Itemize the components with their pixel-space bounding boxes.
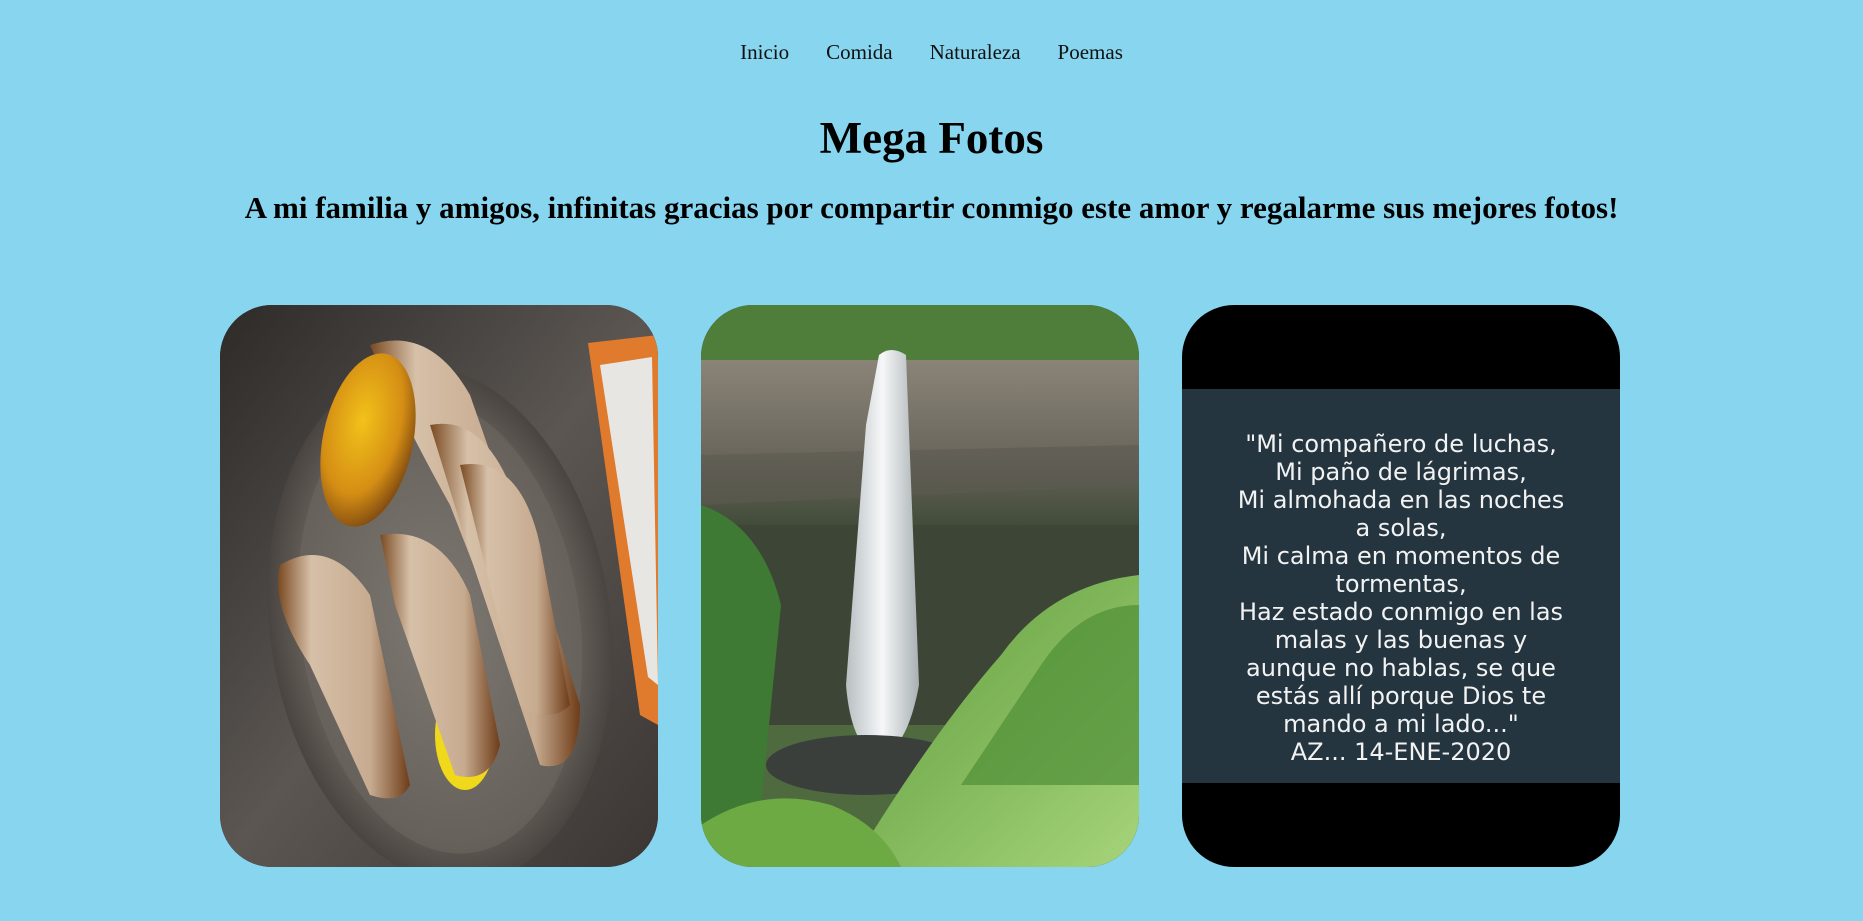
top-nav: Inicio Comida Naturaleza Poemas (0, 40, 1863, 65)
poem-line: tormentas, (1335, 570, 1467, 598)
poem-panel: "Mi compañero de luchas, Mi paño de lágr… (1182, 389, 1620, 783)
poem-text: "Mi compañero de luchas, Mi paño de lágr… (1196, 406, 1606, 766)
poem-line: Haz estado conmigo en las (1238, 598, 1564, 626)
page-subtitle: A mi familia y amigos, infinitas gracias… (244, 190, 1619, 225)
nav-link-comida[interactable]: Comida (826, 40, 893, 65)
food-photo-image (220, 305, 658, 867)
poem-line: aunque no hablas, se que (1246, 654, 1556, 682)
poem-line: a solas, (1355, 514, 1447, 542)
waterfall-photo-image (701, 305, 1139, 867)
nav-link-naturaleza[interactable]: Naturaleza (930, 40, 1021, 65)
poem-line: "Mi compañero de luchas, (1245, 430, 1557, 458)
page-title: Mega Fotos (819, 113, 1044, 163)
nav-link-inicio[interactable]: Inicio (740, 40, 789, 65)
poem-line: malas y las buenas y (1274, 626, 1528, 654)
nav-link-poemas[interactable]: Poemas (1058, 40, 1123, 65)
poem-line: estás allí porque Dios te (1255, 682, 1547, 710)
poem-line: Mi calma en momentos de (1241, 542, 1561, 570)
poem-card: "Mi compañero de luchas, Mi paño de lágr… (1182, 305, 1620, 867)
poem-line: Mi paño de lágrimas, (1275, 458, 1527, 486)
waterfall-photo-card (701, 305, 1139, 867)
poem-signature: AZ... 14-ENE-2020 (1290, 738, 1512, 766)
poem-line: mando a mi lado..." (1283, 710, 1519, 738)
poem-line: Mi almohada en las noches (1237, 486, 1565, 514)
food-photo-card (220, 305, 658, 867)
